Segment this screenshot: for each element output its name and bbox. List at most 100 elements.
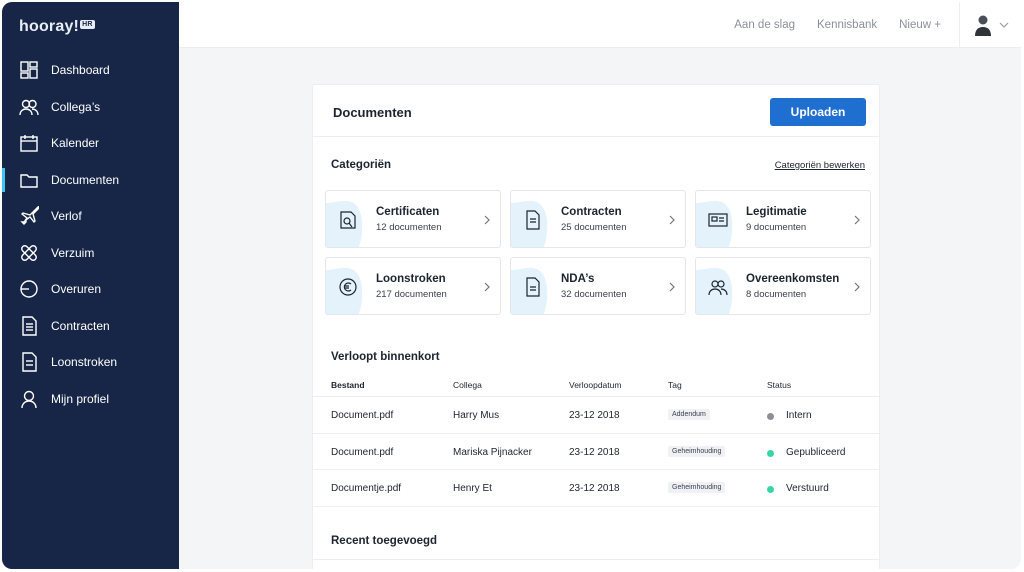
sidebar-item-label: Overuren bbox=[51, 282, 102, 297]
file-name[interactable]: Document.pdf bbox=[331, 410, 393, 421]
table-row[interactable]: Document.pdf Harry Mus 23-12 2018 Addend… bbox=[313, 397, 879, 434]
sidebar: hooray! HR Dashboard Collega’s Kalender D… bbox=[2, 2, 179, 569]
payslip-icon bbox=[19, 352, 39, 372]
chevron-right-icon bbox=[854, 215, 860, 225]
sidebar-item-contracten[interactable]: Contracten bbox=[2, 308, 179, 345]
bandage-icon bbox=[19, 243, 39, 263]
sidebar-item-label: Collega’s bbox=[51, 99, 101, 114]
chevron-right-icon bbox=[669, 282, 675, 292]
category-card-contracten[interactable]: Contracten 25 documenten bbox=[510, 190, 686, 248]
category-name: NDA’s bbox=[561, 273, 595, 285]
user-icon bbox=[19, 389, 39, 409]
chevron-right-icon bbox=[854, 282, 860, 292]
categories-title: Categoriën bbox=[331, 159, 392, 171]
category-card-loonstroken[interactable]: Loonstroken 217 documenten bbox=[325, 257, 501, 315]
category-card-legitimatie[interactable]: Legitimatie 9 documenten bbox=[695, 190, 871, 248]
chevron-down-icon bbox=[999, 22, 1008, 28]
document-icon bbox=[19, 316, 39, 336]
sidebar-item-label: Loonstroken bbox=[51, 355, 118, 370]
logo-badge: HR bbox=[80, 20, 95, 29]
category-name: Certificaten bbox=[376, 206, 440, 218]
tag-badge: Geheimhouding bbox=[668, 445, 726, 457]
avatar bbox=[974, 15, 991, 36]
recent-title: Recent toegevoegd bbox=[331, 535, 438, 547]
table-row[interactable]: Document.pdf Mariska Pijnacker 23-12 201… bbox=[313, 434, 879, 470]
category-count: 8 documenten bbox=[746, 289, 807, 300]
category-name: Overeenkomsten bbox=[746, 273, 840, 285]
sidebar-item-kalender[interactable]: Kalender bbox=[2, 125, 179, 162]
sidebar-item-documenten[interactable]: Documenten bbox=[2, 162, 179, 199]
category-card-overeenkomsten[interactable]: Overeenkomsten 8 documenten bbox=[695, 257, 871, 315]
tag-badge: Addendum bbox=[668, 409, 710, 420]
chevron-right-icon bbox=[484, 282, 490, 292]
expiry-date: 23-12 2018 bbox=[569, 446, 620, 458]
category-count: 217 documenten bbox=[376, 289, 447, 300]
sidebar-item-verlof[interactable]: Verlof bbox=[2, 198, 179, 235]
certificate-icon bbox=[340, 211, 356, 229]
link-nieuw[interactable]: Nieuw + bbox=[899, 19, 941, 31]
column-header[interactable]: Tag bbox=[668, 380, 682, 390]
sidebar-item-label: Mijn profiel bbox=[51, 391, 110, 406]
top-links: Aan de slag Kennisbank Nieuw + bbox=[712, 2, 941, 48]
sidebar-nav: Dashboard Collega’s Kalender Documenten … bbox=[2, 52, 179, 417]
link-kennisbank[interactable]: Kennisbank bbox=[817, 19, 877, 31]
colleague-name: Mariska Pijnacker bbox=[453, 446, 532, 458]
colleague-name: Henry Et bbox=[453, 483, 492, 494]
expiry-date: 23-12 2018 bbox=[569, 410, 620, 421]
status-text: Intern bbox=[786, 410, 812, 421]
sidebar-item-mijn-profiel[interactable]: Mijn profiel bbox=[2, 381, 179, 418]
divider bbox=[313, 559, 879, 560]
sidebar-item-collegas[interactable]: Collega’s bbox=[2, 89, 179, 126]
expiring-title: Verloopt binnenkort bbox=[331, 351, 440, 363]
sidebar-item-dashboard[interactable]: Dashboard bbox=[2, 52, 179, 89]
dashboard-icon bbox=[19, 60, 39, 80]
file-name[interactable]: Document.pdf bbox=[331, 447, 393, 458]
table-header: Bestand Collega Verloopdatum Tag Status bbox=[313, 375, 879, 397]
top-bar: Aan de slag Kennisbank Nieuw + bbox=[179, 2, 1021, 48]
category-card-ndas[interactable]: NDA’s 32 documenten bbox=[510, 257, 686, 315]
plane-icon bbox=[19, 206, 39, 226]
calendar-icon bbox=[19, 133, 39, 153]
chevron-right-icon bbox=[484, 215, 490, 225]
status-dot bbox=[767, 449, 774, 457]
chevron-right-icon bbox=[669, 215, 675, 225]
link-aan-de-slag[interactable]: Aan de slag bbox=[734, 19, 795, 31]
column-header[interactable]: Verloopdatum bbox=[569, 380, 621, 390]
expiring-table: Bestand Collega Verloopdatum Tag Status … bbox=[313, 375, 879, 507]
column-header[interactable]: Bestand bbox=[331, 380, 365, 390]
sidebar-item-loonstroken[interactable]: Loonstroken bbox=[2, 344, 179, 381]
tag-badge: Geheimhouding bbox=[668, 482, 726, 493]
file-name[interactable]: Documentje.pdf bbox=[331, 483, 401, 494]
category-name: Legitimatie bbox=[746, 206, 807, 218]
people-icon bbox=[19, 97, 39, 117]
sidebar-item-label: Dashboard bbox=[51, 63, 110, 78]
category-count: 9 documenten bbox=[746, 222, 807, 233]
category-count: 12 documenten bbox=[376, 222, 442, 233]
sidebar-item-overuren[interactable]: Overuren bbox=[2, 271, 179, 308]
agreement-icon bbox=[708, 280, 728, 296]
sidebar-item-label: Kalender bbox=[51, 136, 100, 151]
colleague-name: Harry Mus bbox=[453, 410, 500, 421]
upload-button[interactable]: Uploaden bbox=[770, 98, 866, 126]
user-menu[interactable] bbox=[959, 2, 1021, 48]
logo[interactable]: hooray! HR bbox=[19, 18, 95, 36]
category-count: 32 documenten bbox=[561, 289, 627, 300]
app-window: hooray! HR Dashboard Collega’s Kalender D… bbox=[2, 2, 1021, 569]
sidebar-item-verzuim[interactable]: Verzuim bbox=[2, 235, 179, 272]
sidebar-item-label: Verlof bbox=[51, 209, 82, 224]
sidebar-item-label: Documenten bbox=[51, 172, 120, 187]
column-header[interactable]: Collega bbox=[453, 380, 482, 390]
column-header[interactable]: Status bbox=[767, 380, 791, 390]
documents-panel: Documenten Uploaden Categoriën Categorië… bbox=[312, 84, 880, 569]
table-row[interactable]: Documentje.pdf Henry Et 23-12 2018 Gehei… bbox=[313, 470, 879, 507]
clock-icon bbox=[19, 279, 39, 299]
sidebar-item-label: Verzuim bbox=[51, 245, 95, 260]
logo-text: hooray! bbox=[19, 18, 80, 35]
status-text: Gepubliceerd bbox=[786, 446, 846, 458]
contract-icon bbox=[526, 210, 540, 230]
sidebar-item-label: Contracten bbox=[51, 318, 110, 333]
category-card-certificaten[interactable]: Certificaten 12 documenten bbox=[325, 190, 501, 248]
id-card-icon bbox=[708, 213, 728, 227]
category-count: 25 documenten bbox=[561, 222, 627, 233]
edit-categories-link[interactable]: Categoriën bewerken bbox=[775, 160, 865, 171]
